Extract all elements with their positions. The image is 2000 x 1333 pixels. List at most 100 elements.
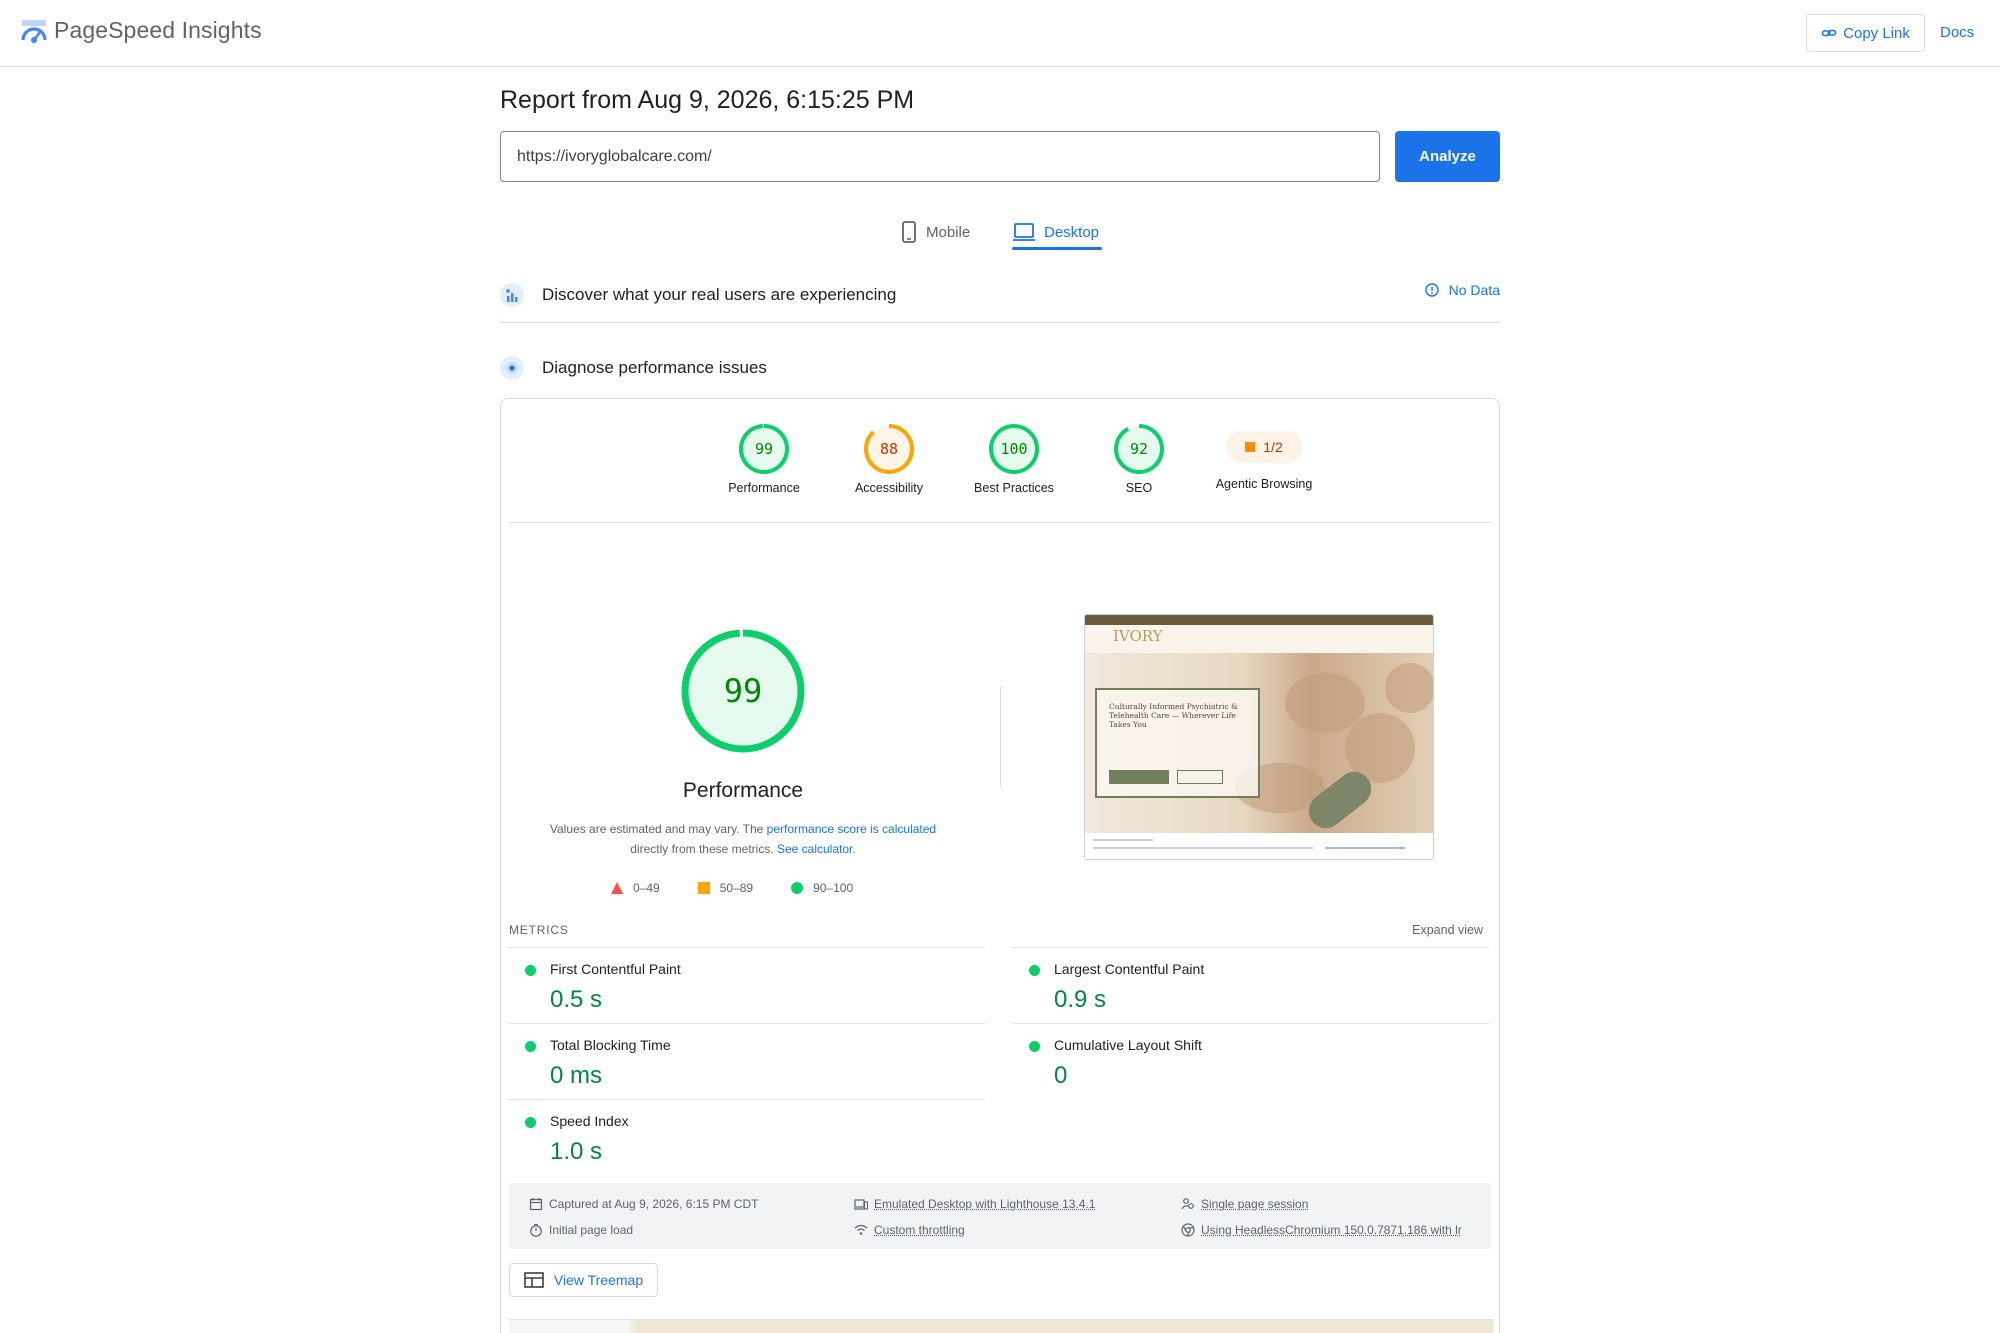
gauge-label: Agentic Browsing: [1201, 477, 1327, 491]
captured-at-text: Captured at Aug 9, 2026, 6:15 PM CDT: [549, 1197, 758, 1211]
gauge-accessibility[interactable]: 88 Accessibility: [834, 423, 944, 495]
diagnose-icon: [500, 356, 524, 380]
emulated-device: Emulated Desktop with Lighthouse 13.4.1: [854, 1197, 1095, 1211]
session-type: Single page session: [1181, 1197, 1308, 1211]
top-bar: PageSpeed Insights Copy Link Docs: [0, 0, 2000, 67]
gauge-performance[interactable]: 99 Performance: [709, 423, 819, 495]
tab-desktop[interactable]: Desktop: [1012, 212, 1099, 252]
thumb-logo: IVORY: [1113, 627, 1163, 645]
discover-title: Discover what your real users are experi…: [542, 285, 896, 305]
view-treemap-button[interactable]: View Treemap: [509, 1263, 658, 1297]
metric-cls: Cumulative Layout Shift 0: [1013, 1023, 1489, 1099]
thumb-secondary-button: [1177, 770, 1223, 784]
captured-at: Captured at Aug 9, 2026, 6:15 PM CDT: [529, 1197, 758, 1211]
metric-name: Speed Index: [550, 1113, 629, 1129]
timer-icon: [529, 1223, 543, 1237]
tab-mobile-label: Mobile: [926, 224, 970, 241]
metric-name: Total Blocking Time: [550, 1037, 671, 1053]
pass-circle-icon: [525, 965, 536, 976]
active-tab-indicator: [1012, 247, 1102, 250]
gauge-best-practices[interactable]: 100 Best Practices: [959, 423, 1069, 495]
gauge-ring: 88: [863, 423, 915, 475]
legend-pass: 90–100: [791, 881, 853, 895]
gauge-seo[interactable]: 92 SEO: [1084, 423, 1194, 495]
thumb-hero-text: Culturally Informed Psychiatric & Telehe…: [1109, 702, 1249, 729]
url-input[interactable]: [500, 131, 1380, 182]
metric-value: 0: [1054, 1062, 1067, 1090]
throttling-text[interactable]: Custom throttling: [874, 1223, 965, 1237]
pass-circle-icon: [525, 1117, 536, 1128]
copy-link-button[interactable]: Copy Link: [1806, 14, 1925, 52]
score-calculated-link[interactable]: performance score is calculated: [767, 822, 936, 836]
metric-name: Cumulative Layout Shift: [1054, 1037, 1202, 1053]
smartphone-icon: [900, 221, 918, 243]
app-title[interactable]: PageSpeed Insights: [54, 17, 262, 44]
calendar-icon: [529, 1197, 543, 1211]
gauge-agentic-browsing[interactable]: 1/2 Agentic Browsing: [1201, 423, 1327, 491]
filmstrip: [509, 1319, 1493, 1333]
performance-note: Values are estimated and may vary. The p…: [501, 819, 985, 859]
gauge-ring: 99: [738, 423, 790, 475]
category-gauges: 99 Performance 88 Accessibility 100 Best…: [509, 399, 1493, 523]
gauge-ring: 100: [988, 423, 1040, 475]
performance-title: Performance: [501, 779, 985, 803]
metrics-header: METRICS Expand view: [509, 919, 1493, 945]
metric-value: 0 ms: [550, 1062, 602, 1090]
expand-view-toggle[interactable]: Expand view: [1412, 923, 1483, 937]
gauge-label: Accessibility: [834, 481, 944, 495]
docs-link[interactable]: Docs: [1940, 24, 1974, 41]
devices-icon: [854, 1197, 868, 1211]
metric-name: Largest Contentful Paint: [1054, 961, 1204, 977]
initial-load: Initial page load: [529, 1223, 633, 1237]
runtime-settings: Captured at Aug 9, 2026, 6:15 PM CDT Ini…: [509, 1183, 1491, 1249]
pass-circle-icon: [1029, 965, 1040, 976]
legend-fail: 0–49: [611, 881, 660, 895]
tab-desktop-label: Desktop: [1044, 224, 1099, 241]
gauge-score: 100: [1000, 440, 1027, 458]
legend-average: 50–89: [698, 881, 753, 895]
metric-value: 0.5 s: [550, 986, 602, 1014]
gauge-score: 88: [880, 440, 898, 458]
users-chart-icon: [500, 283, 524, 307]
gauge-ring: 92: [1113, 423, 1165, 475]
info-icon: [1425, 283, 1439, 297]
metric-speed-index: Speed Index 1.0 s: [509, 1099, 985, 1175]
gauge-label: SEO: [1084, 481, 1194, 495]
metric-name: First Contentful Paint: [550, 961, 681, 977]
metric-value: 0.9 s: [1054, 986, 1106, 1014]
no-data-label: No Data: [1449, 282, 1500, 298]
field-data-section[interactable]: Discover what your real users are experi…: [500, 268, 1500, 323]
average-square-icon: [698, 882, 710, 894]
pass-circle-icon: [791, 882, 803, 894]
lab-data-section: Diagnose performance issues: [500, 346, 1500, 390]
see-calculator-link[interactable]: See calculator.: [777, 842, 856, 856]
legend-fail-label: 0–49: [633, 881, 660, 895]
chrome-icon: [1181, 1223, 1195, 1237]
session-text[interactable]: Single page session: [1201, 1197, 1308, 1211]
pagespeed-logo-icon[interactable]: [20, 18, 48, 46]
score-legend: 0–49 50–89 90–100: [611, 881, 853, 895]
thumb-topbar: [1085, 615, 1433, 625]
legend-average-label: 50–89: [720, 881, 753, 895]
people-icon: [1181, 1197, 1195, 1211]
link-icon: [1821, 25, 1837, 41]
report-title: Report from Aug 9, 2026, 6:15:25 PM: [500, 86, 914, 115]
metric-fcp: First Contentful Paint 0.5 s: [509, 947, 985, 1023]
pass-circle-icon: [525, 1041, 536, 1052]
report-card: 99 Performance 88 Accessibility 100 Best…: [500, 398, 1500, 1333]
browser-text[interactable]: Using HeadlessChromium 150.0.7871.186 wi…: [1201, 1223, 1462, 1237]
metric-lcp: Largest Contentful Paint 0.9 s: [1013, 947, 1489, 1023]
thumb-nav: IVORY: [1085, 625, 1433, 653]
performance-score: 99: [724, 672, 763, 710]
emulated-text[interactable]: Emulated Desktop with Lighthouse 13.4.1: [874, 1197, 1095, 1211]
diagnose-title: Diagnose performance issues: [542, 358, 767, 378]
wifi-icon: [854, 1223, 868, 1237]
view-treemap-label: View Treemap: [554, 1272, 643, 1288]
thumb-primary-button: [1109, 770, 1169, 784]
analyze-button[interactable]: Analyze: [1395, 131, 1500, 182]
final-screenshot: IVORY Culturally Informed Psychiatric & …: [1084, 614, 1434, 860]
tab-mobile[interactable]: Mobile: [900, 212, 970, 252]
pass-circle-icon: [1029, 1041, 1040, 1052]
no-data-indicator[interactable]: No Data: [1425, 282, 1500, 298]
gauge-label: Best Practices: [959, 481, 1069, 495]
